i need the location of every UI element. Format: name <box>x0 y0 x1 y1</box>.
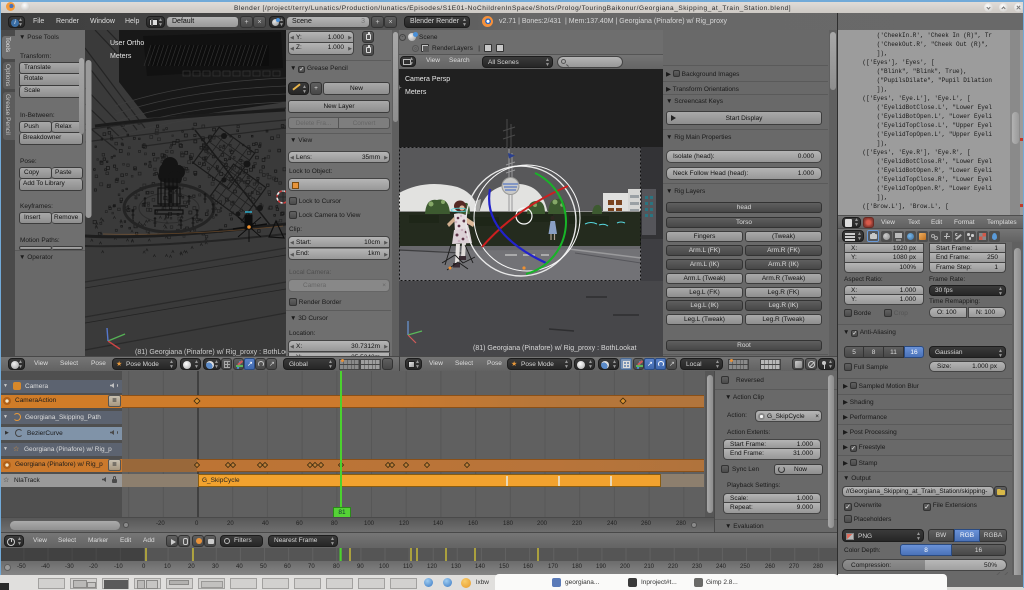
svg-text:Meters: Meters <box>405 89 427 96</box>
svg-text:Camera Persp: Camera Persp <box>405 76 450 83</box>
svg-text:+: + <box>399 83 402 92</box>
svg-text:(81) Georgiana (Pinafore) w/ R: (81) Georgiana (Pinafore) w/ Rig_proxy :… <box>473 345 636 352</box>
svg-text:(81) Georgiana (Pinafore) w/ R: (81) Georgiana (Pinafore) w/ Rig_proxy :… <box>135 349 286 356</box>
svg-text:Meters: Meters <box>110 53 132 60</box>
svg-text:User Ortho: User Ortho <box>110 40 144 47</box>
